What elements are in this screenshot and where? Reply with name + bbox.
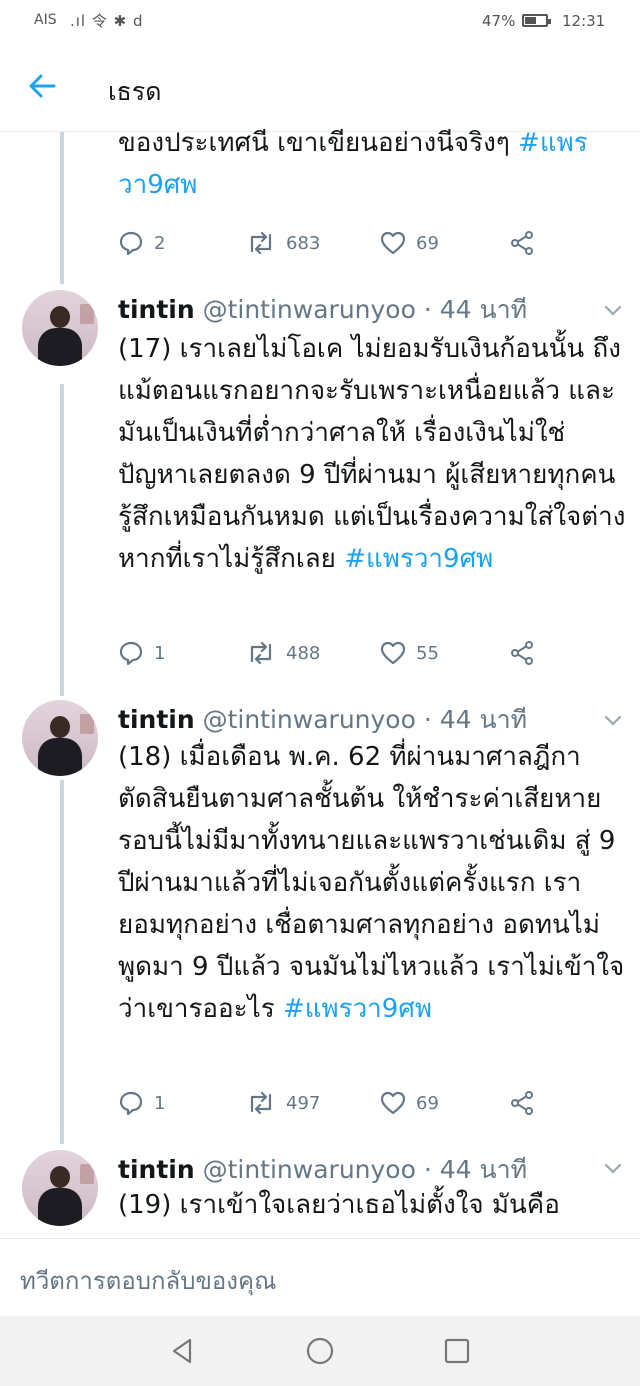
status-bar: AIS .ıl 令 ✱ d 47% 12:31 xyxy=(0,0,640,44)
like-button[interactable]: 69 xyxy=(380,1088,439,1118)
share-icon xyxy=(511,231,533,255)
tweet-text-body: (17) เราเลยไม่โอเค ไม่ยอมรับเงินก้อนนั้น… xyxy=(118,334,626,574)
thread-line xyxy=(60,780,64,1144)
tweet-text: (17) เราเลยไม่โอเค ไม่ยอมรับเงินก้อนนั้น… xyxy=(118,328,628,580)
chevron-down-icon[interactable] xyxy=(603,1162,623,1176)
carrier-label: AIS xyxy=(34,12,57,28)
retweet-button[interactable]: 488 xyxy=(246,638,320,668)
avatar[interactable] xyxy=(22,1150,98,1226)
back-arrow-icon[interactable] xyxy=(26,70,58,102)
hashtag-link[interactable]: #แพรวา9ศพ xyxy=(283,994,432,1024)
tweet-text-body: ของประเทศนี เขาเขียนอย่างนีจริงๆ xyxy=(118,128,519,158)
user-handle: @tintinwarunyoo · 44 นาที xyxy=(202,295,528,324)
user-handle: @tintinwarunyoo · 44 นาที xyxy=(202,705,528,734)
tweet-text-body: (19) เราเข้าใจเลยว่าเธอไม่ตั้งใจ มันคือ xyxy=(118,1190,560,1220)
battery-percent: 47% xyxy=(482,12,516,30)
like-count: 69 xyxy=(416,1092,439,1114)
share-button[interactable] xyxy=(510,638,534,668)
reply-button[interactable]: 1 xyxy=(118,1088,165,1118)
chevron-down-icon[interactable] xyxy=(603,304,623,318)
display-name[interactable]: tintin xyxy=(118,1155,195,1184)
reply-icon xyxy=(119,641,143,666)
heart-icon xyxy=(380,231,406,255)
tweet-header: tintin @tintinwarunyoo · 44 นาที xyxy=(118,700,527,740)
retweet-icon xyxy=(250,231,272,255)
like-count: 55 xyxy=(416,642,439,664)
tweet-header: tintin @tintinwarunyoo · 44 นาที xyxy=(118,290,527,330)
reply-count: 1 xyxy=(154,1092,166,1114)
chevron-down-icon[interactable] xyxy=(603,714,623,728)
reply-icon xyxy=(119,1091,143,1116)
reply-count: 1 xyxy=(154,642,166,664)
battery-icon xyxy=(522,14,551,27)
retweet-button[interactable]: 497 xyxy=(246,1088,320,1118)
page-title: เธรด xyxy=(108,77,162,106)
system-nav-bar xyxy=(0,1316,640,1386)
reply-count: 2 xyxy=(154,232,166,254)
hashtag-link[interactable]: #แพรวา9ศพ xyxy=(344,544,493,574)
clock: 12:31 xyxy=(562,12,606,30)
retweet-icon xyxy=(250,1091,272,1115)
nav-back-icon[interactable] xyxy=(168,1336,198,1366)
tweet-actions: 2 683 69 xyxy=(118,228,538,258)
avatar[interactable] xyxy=(22,700,98,776)
tweet-text: (19) เราเข้าใจเลยว่าเธอไม่ตั้งใจ มันคือ xyxy=(118,1184,628,1226)
retweet-icon xyxy=(250,641,272,665)
tweet-actions: 1 488 55 xyxy=(118,638,538,668)
nav-home-icon[interactable] xyxy=(305,1336,335,1366)
avatar[interactable] xyxy=(22,290,98,366)
thread-line xyxy=(60,132,64,284)
retweet-count: 683 xyxy=(286,232,321,254)
reply-input-placeholder[interactable]: ทวีตการตอบกลับของคุณ xyxy=(20,1261,276,1300)
tweet-actions: 1 497 69 xyxy=(118,1088,538,1118)
app-header: เธรด xyxy=(0,44,640,132)
reply-button[interactable]: 1 xyxy=(118,638,165,668)
tweet-text: ของประเทศนี เขาเขียนอย่างนีจริงๆ #แพรวา9… xyxy=(118,122,618,206)
display-name[interactable]: tintin xyxy=(118,295,195,324)
retweet-count: 497 xyxy=(286,1092,321,1114)
retweet-count: 488 xyxy=(286,642,321,664)
share-icon xyxy=(511,641,533,665)
nav-recents-icon[interactable] xyxy=(442,1336,472,1366)
signal-icons: .ıl 令 ✱ d xyxy=(70,12,144,30)
share-button[interactable] xyxy=(510,1088,534,1118)
heart-icon xyxy=(380,641,406,665)
reply-composer[interactable]: ทวีตการตอบกลับของคุณ xyxy=(0,1238,640,1316)
thread-line xyxy=(60,384,64,696)
heart-icon xyxy=(380,1091,406,1115)
like-count: 69 xyxy=(416,232,439,254)
user-handle: @tintinwarunyoo · 44 นาที xyxy=(202,1155,528,1184)
tweet-text-body: (18) เมื่อเดือน พ.ค. 62 ที่ผ่านมาศาลฎีกา… xyxy=(118,742,625,1024)
share-icon xyxy=(511,1091,533,1115)
share-button[interactable] xyxy=(510,228,534,258)
like-button[interactable]: 55 xyxy=(380,638,439,668)
retweet-button[interactable]: 683 xyxy=(246,228,320,258)
display-name[interactable]: tintin xyxy=(118,705,195,734)
like-button[interactable]: 69 xyxy=(380,228,439,258)
tweet-text: (18) เมื่อเดือน พ.ค. 62 ที่ผ่านมาศาลฎีกา… xyxy=(118,736,628,1030)
reply-button[interactable]: 2 xyxy=(118,228,165,258)
reply-icon xyxy=(119,231,143,256)
